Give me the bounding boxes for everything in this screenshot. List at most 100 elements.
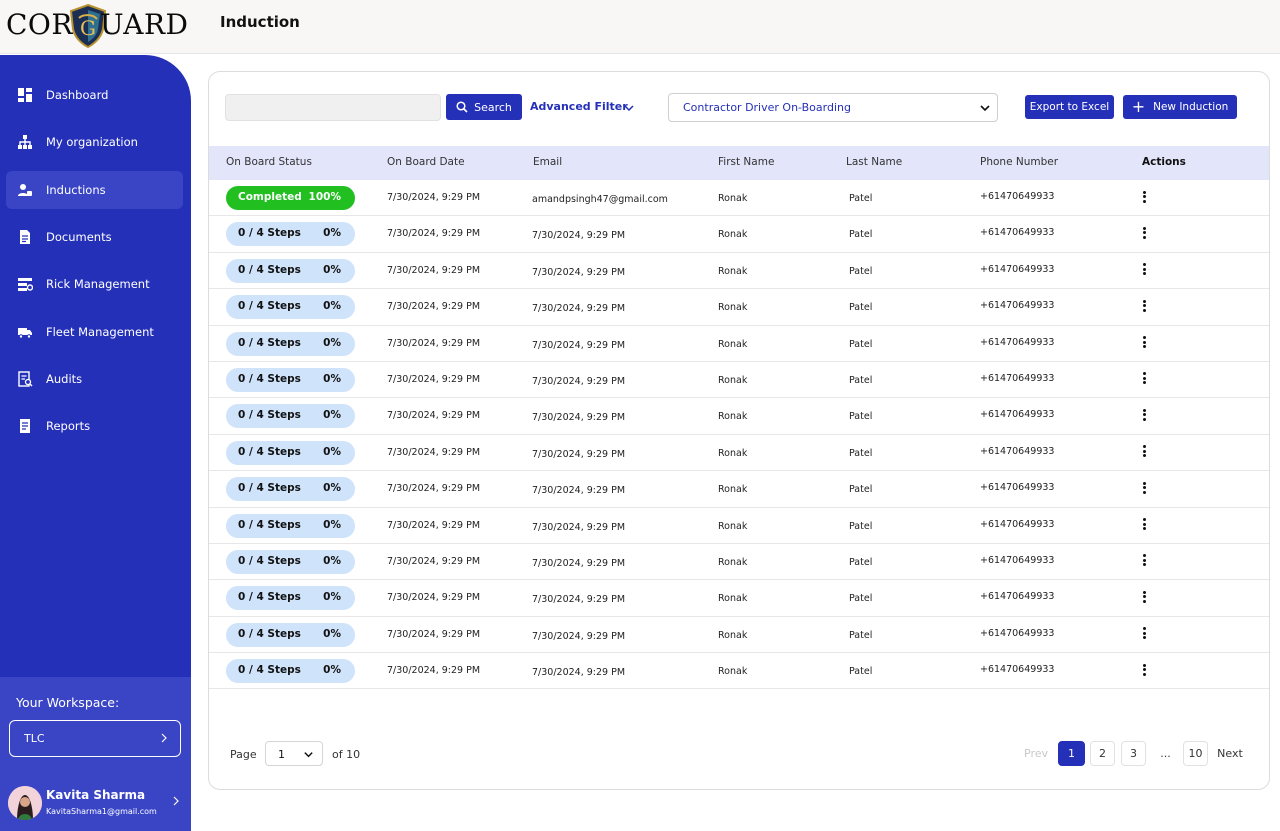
sidebar-item-my-organization[interactable]: My organization [6, 123, 183, 161]
sidebar-item-label: Reports [46, 419, 91, 433]
first-name-cell: Ronak [718, 374, 748, 386]
sidebar-item-reports[interactable]: Reports [6, 407, 183, 445]
table-row[interactable]: 0 / 4 Steps 0% 7/30/2024, 9:29 PM 7/30/2024… [209, 253, 1269, 290]
more-actions-icon[interactable] [1140, 626, 1148, 642]
more-actions-icon[interactable] [1140, 371, 1148, 387]
sidebar-item-label: Inductions [46, 183, 106, 197]
export-excel-button[interactable]: Export to Excel [1025, 95, 1114, 119]
onboard-date-cell: 7/30/2024, 9:29 PM [387, 410, 481, 422]
risk-list-icon [16, 275, 34, 293]
column-header[interactable]: On Board Date [387, 156, 465, 168]
first-name-cell: Ronak [718, 593, 748, 605]
induction-type-value: Contractor Driver On-Boarding [683, 101, 851, 114]
table-row[interactable]: 0 / 4 Steps 0% 7/30/2024, 9:29 PM 7/30/2024… [209, 653, 1269, 690]
more-actions-icon[interactable] [1140, 589, 1148, 605]
onboard-date-cell: 7/30/2024, 9:29 PM [387, 628, 481, 640]
status-text: 0 / 4 Steps [238, 263, 301, 276]
more-actions-icon[interactable] [1140, 517, 1148, 533]
table-row[interactable]: 0 / 4 Steps 0% 7/30/2024, 9:29 PM 7/30/2024… [209, 544, 1269, 581]
email-cell: 7/30/2024, 9:29 PM [532, 594, 626, 606]
page-button-10[interactable]: 10 [1183, 741, 1208, 766]
chevron-down-icon [980, 105, 990, 112]
workspace-value: TLC [24, 732, 45, 745]
user-profile[interactable]: Kavita Sharma KavitaSharma1@gmail.com [8, 784, 184, 824]
last-name-cell: Patel [849, 666, 873, 678]
advanced-filter-toggle[interactable]: Advanced Filter [530, 100, 628, 113]
column-header[interactable]: Phone Number [980, 156, 1058, 168]
page-button-3[interactable]: 3 [1121, 741, 1146, 766]
more-actions-icon[interactable] [1140, 225, 1148, 241]
sidebar-item-rick-management[interactable]: Rick Management [6, 265, 183, 303]
more-actions-icon[interactable] [1140, 335, 1148, 351]
status-text: 0 / 4 Steps [238, 554, 301, 567]
column-header[interactable]: First Name [718, 156, 774, 168]
next-page-button[interactable]: Next [1215, 741, 1245, 766]
onboard-date-cell: 7/30/2024, 9:29 PM [387, 592, 481, 604]
more-actions-icon[interactable] [1140, 662, 1148, 678]
first-name-cell: Ronak [718, 411, 748, 423]
last-name-cell: Patel [849, 520, 873, 532]
email-cell: 7/30/2024, 9:29 PM [532, 667, 626, 679]
sidebar-item-inductions[interactable]: Inductions [6, 171, 183, 209]
phone-cell: +61470649933 [980, 445, 1055, 457]
status-text: 0 / 4 Steps [238, 518, 301, 531]
table-row[interactable]: 0 / 4 Steps 0% 7/30/2024, 9:29 PM 7/30/2024… [209, 508, 1269, 544]
last-name-cell: Patel [849, 629, 873, 641]
sidebar-item-label: Fleet Management [46, 325, 154, 339]
more-actions-icon[interactable] [1140, 407, 1148, 423]
sidebar-item-audits[interactable]: Audits [6, 360, 183, 398]
workspace-select[interactable]: TLC [9, 720, 181, 757]
status-text: 0 / 4 Steps [238, 409, 301, 422]
more-actions-icon[interactable] [1140, 480, 1148, 496]
new-induction-button[interactable]: + New Induction [1123, 95, 1237, 119]
more-actions-icon[interactable] [1140, 262, 1148, 278]
sidebar-item-fleet-management[interactable]: Fleet Management [6, 313, 183, 351]
search-input[interactable] [225, 94, 441, 121]
page-ellipsis: ... [1160, 747, 1171, 760]
more-actions-icon[interactable] [1140, 553, 1148, 569]
table-row[interactable]: 0 / 4 Steps 0% 7/30/2024, 9:29 PM 7/30/2024… [209, 398, 1269, 435]
last-name-cell: Patel [849, 447, 873, 459]
table-row[interactable]: 0 / 4 Steps 0% 7/30/2024, 9:29 PM 7/30/2024… [209, 289, 1269, 326]
chevron-right-icon [173, 796, 179, 806]
first-name-cell: Ronak [718, 193, 748, 204]
sidebar-item-documents[interactable]: Documents [6, 218, 183, 256]
table-row[interactable]: Completed 100% 7/30/2024, 9:29 PM amandpsin… [209, 180, 1269, 217]
table-row[interactable]: 0 / 4 Steps 0% 7/30/2024, 9:29 PM 7/30/2024… [209, 580, 1269, 617]
corguard-logo[interactable]: COR G UARD [6, 2, 196, 50]
prev-page-button[interactable]: Prev [1023, 741, 1049, 766]
search-button[interactable]: Search [446, 94, 522, 120]
chevron-down-icon[interactable] [623, 102, 635, 114]
last-name-cell: Patel [849, 193, 873, 204]
table-row[interactable]: 0 / 4 Steps 0% 7/30/2024, 9:29 PM 7/30/2024… [209, 326, 1269, 362]
search-button-label: Search [474, 100, 512, 114]
email-cell: 7/30/2024, 9:29 PM [532, 412, 626, 424]
table-row[interactable]: 0 / 4 Steps 0% 7/30/2024, 9:29 PM 7/30/2024… [209, 617, 1269, 654]
more-actions-icon[interactable] [1140, 189, 1148, 205]
status-percent: 0% [323, 664, 341, 677]
phone-cell: +61470649933 [980, 627, 1055, 639]
page-select[interactable]: 1 [265, 741, 323, 766]
column-header[interactable]: Email [533, 156, 562, 168]
last-name-cell: Patel [849, 302, 873, 314]
report-icon [16, 417, 34, 435]
status-percent: 0% [323, 445, 341, 458]
onboard-date-cell: 7/30/2024, 9:29 PM [387, 373, 481, 385]
document-icon [16, 228, 34, 246]
page-button-2[interactable]: 2 [1090, 741, 1115, 766]
table-row[interactable]: 0 / 4 Steps 0% 7/30/2024, 9:29 PM 7/30/2024… [209, 362, 1269, 399]
page-button-1[interactable]: 1 [1058, 741, 1085, 766]
table-row[interactable]: 0 / 4 Steps 0% 7/30/2024, 9:29 PM 7/30/2024… [209, 216, 1269, 253]
more-actions-icon[interactable] [1140, 298, 1148, 314]
table-row[interactable]: 0 / 4 Steps 0% 7/30/2024, 9:29 PM 7/30/2024… [209, 435, 1269, 472]
induction-type-select[interactable]: Contractor Driver On-Boarding [668, 93, 998, 122]
status-percent: 0% [323, 336, 341, 349]
sidebar-item-dashboard[interactable]: Dashboard [6, 76, 183, 114]
column-header[interactable]: On Board Status [226, 156, 312, 168]
table-row[interactable]: 0 / 4 Steps 0% 7/30/2024, 9:29 PM 7/30/2024… [209, 471, 1269, 508]
first-name-cell: Ronak [718, 229, 748, 241]
column-header[interactable]: Last Name [846, 156, 902, 168]
more-actions-icon[interactable] [1140, 444, 1148, 460]
avatar [8, 786, 42, 820]
status-badge: 0 / 4 Steps 0% [226, 367, 355, 392]
